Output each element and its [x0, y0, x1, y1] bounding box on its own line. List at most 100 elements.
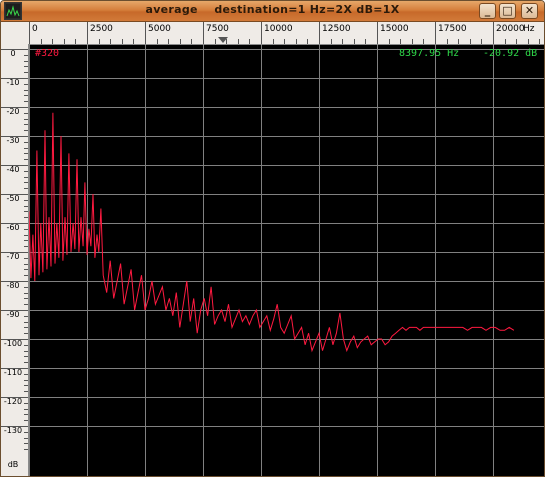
- y-minor-tick: [24, 292, 28, 294]
- y-minor-tick: [24, 83, 28, 85]
- x-tick-label: 20000: [496, 24, 525, 34]
- y-minor-tick: [24, 66, 28, 68]
- y-minor-tick: [24, 391, 28, 393]
- y-tick-label: -80: [6, 281, 20, 290]
- y-tick-label: -130: [3, 426, 23, 435]
- y-minor-tick: [24, 414, 28, 416]
- y-tick-label: -50: [6, 194, 20, 203]
- y-minor-tick: [24, 315, 28, 317]
- y-tick-label: -30: [6, 136, 20, 145]
- y-minor-tick: [24, 228, 28, 230]
- y-minor-tick: [24, 333, 28, 335]
- x-minor-tick: [156, 39, 158, 44]
- y-minor-tick: [24, 89, 28, 91]
- y-tick: [1, 368, 28, 369]
- frequency-ruler[interactable]: 0 2500 5000 7500 10000 12500 15000 17500 20000 Hz: [1, 22, 544, 45]
- y-tick-label: 0: [10, 49, 16, 58]
- cursor-level-readout: -20.92 dB: [483, 48, 538, 59]
- x-minor-tick: [539, 39, 541, 44]
- y-minor-tick: [24, 443, 28, 445]
- y-minor-tick: [24, 153, 28, 155]
- x-minor-tick: [400, 39, 402, 44]
- y-tick: [1, 136, 28, 137]
- minimize-button[interactable]: _: [479, 3, 496, 19]
- x-tick-label: 17500: [438, 24, 467, 34]
- y-minor-tick: [24, 95, 28, 97]
- x-tick: [435, 22, 436, 44]
- y-minor-tick: [24, 170, 28, 172]
- x-minor-tick: [295, 39, 297, 44]
- y-tick: [1, 165, 28, 166]
- x-minor-tick: [272, 39, 274, 44]
- window-title: average destination=1 Hz=2X dB=1X: [145, 3, 400, 16]
- y-minor-tick: [24, 269, 28, 271]
- y-minor-tick: [24, 263, 28, 265]
- y-minor-tick: [24, 350, 28, 352]
- y-minor-tick: [24, 199, 28, 201]
- y-tick-label: -20: [6, 107, 20, 116]
- y-minor-tick: [24, 437, 28, 439]
- y-minor-tick: [24, 60, 28, 62]
- y-tick: [1, 107, 28, 108]
- x-tick-label: 2500: [90, 24, 113, 34]
- x-minor-tick: [191, 39, 193, 44]
- x-minor-tick: [330, 39, 332, 44]
- y-minor-tick: [24, 402, 28, 404]
- x-minor-tick: [63, 39, 65, 44]
- y-tick-label: -110: [3, 368, 23, 377]
- y-minor-tick: [24, 449, 28, 451]
- y-minor-tick: [24, 205, 28, 207]
- x-minor-tick: [504, 39, 506, 44]
- x-tick-label: 7500: [206, 24, 229, 34]
- y-minor-tick: [24, 420, 28, 422]
- cursor-frequency-readout: 8397.95 Hz: [399, 48, 460, 59]
- y-minor-tick: [24, 54, 28, 56]
- x-minor-tick: [342, 39, 344, 44]
- y-tick-label: -10: [6, 78, 20, 87]
- x-tick: [29, 22, 30, 44]
- y-minor-tick: [24, 234, 28, 236]
- y-minor-tick: [24, 240, 28, 242]
- plot-grid: [29, 45, 544, 476]
- x-minor-tick: [481, 39, 483, 44]
- x-minor-tick: [307, 39, 309, 44]
- x-minor-tick: [353, 39, 355, 44]
- x-minor-tick: [527, 39, 529, 44]
- x-minor-tick: [469, 39, 471, 44]
- close-button[interactable]: ✕: [521, 3, 538, 19]
- cursor-marker-icon[interactable]: [218, 37, 228, 43]
- x-tick-label: 15000: [380, 24, 409, 34]
- y-minor-tick: [24, 257, 28, 259]
- y-minor-tick: [24, 356, 28, 358]
- y-minor-tick: [24, 408, 28, 410]
- y-minor-tick: [24, 275, 28, 277]
- y-minor-tick: [24, 286, 28, 288]
- x-minor-tick: [179, 39, 181, 44]
- y-tick: [1, 397, 28, 398]
- y-tick-label: -100: [3, 339, 23, 348]
- x-tick: [145, 22, 146, 44]
- y-tick: [1, 339, 28, 340]
- y-minor-tick: [24, 373, 28, 375]
- y-minor-tick: [24, 385, 28, 387]
- spectrum-trace: [29, 112, 515, 353]
- y-minor-tick: [24, 211, 28, 213]
- y-minor-tick: [24, 147, 28, 149]
- x-minor-tick: [446, 39, 448, 44]
- spectrum-plot[interactable]: #320 8397.95 Hz -20.92 dB: [29, 45, 544, 476]
- y-minor-tick: [24, 118, 28, 120]
- maximize-button[interactable]: □: [499, 3, 516, 19]
- y-tick-label: -70: [6, 252, 20, 261]
- level-ruler[interactable]: 0 -10 -20 -30 -40 -50 -60 -70 -80 -90 -100 -110 -120…: [1, 44, 29, 476]
- y-tick: [1, 252, 28, 253]
- x-minor-tick: [365, 39, 367, 44]
- analyzer-window: average destination=1 Hz=2X dB=1X _ □ ✕ …: [0, 0, 545, 477]
- x-tick: [261, 22, 262, 44]
- y-minor-tick: [24, 182, 28, 184]
- x-minor-tick: [284, 39, 286, 44]
- title-bar[interactable]: average destination=1 Hz=2X dB=1X _ □ ✕: [1, 1, 544, 22]
- y-tick: [1, 78, 28, 79]
- y-minor-tick: [24, 176, 28, 178]
- x-minor-tick: [458, 39, 460, 44]
- x-unit-label: Hz: [523, 24, 535, 34]
